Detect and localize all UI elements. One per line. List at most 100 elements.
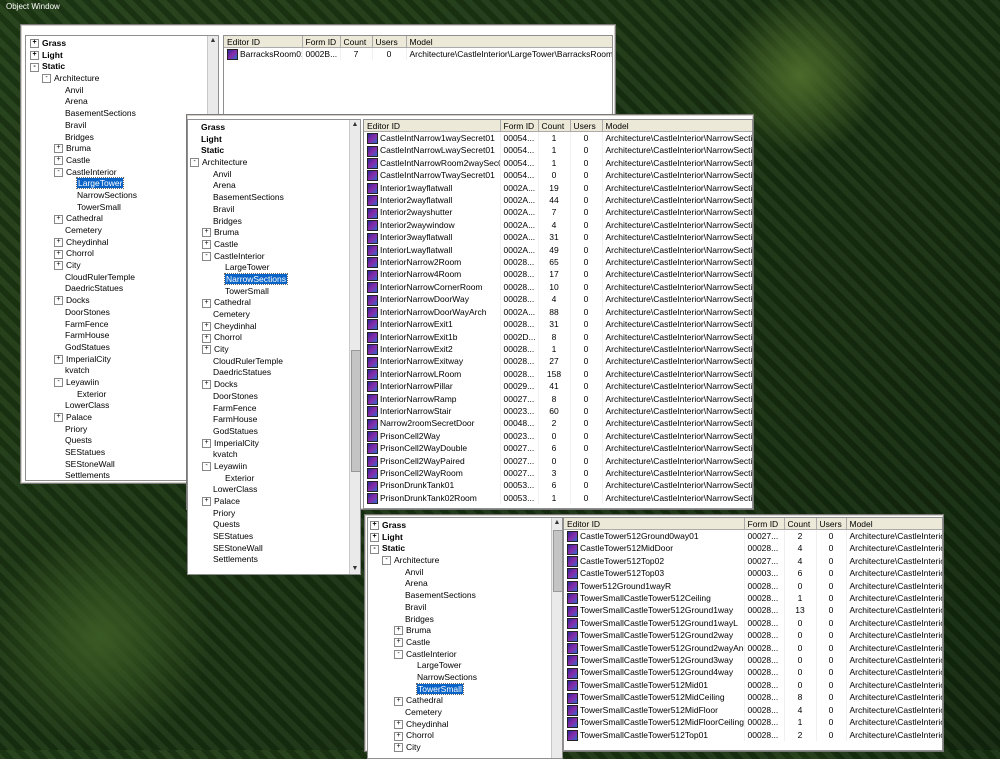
column-header[interactable]: Form ID — [302, 36, 341, 48]
tree-node[interactable]: BasementSections — [370, 590, 562, 602]
tree-node[interactable]: - Architecture — [30, 73, 218, 85]
table-row[interactable]: TowerSmallCastleTower512Ground2wayAngle 0… — [564, 641, 942, 655]
tree-node[interactable]: - CastleInterior — [190, 251, 360, 263]
table-row[interactable]: Tower512Ground1wayR 00028... 0 0 Architectur… — [564, 579, 942, 593]
scroll-thumb[interactable] — [351, 350, 360, 472]
collapse-icon[interactable]: - — [190, 158, 199, 168]
expand-icon[interactable]: + — [54, 261, 63, 271]
tree-node[interactable]: + Cathedral — [370, 695, 562, 707]
scroll-up-icon[interactable]: ▲ — [552, 518, 562, 528]
tree-node[interactable]: Arena — [370, 578, 562, 590]
tree-node[interactable]: Settlements — [190, 554, 360, 566]
tree-node[interactable]: FarmHouse — [190, 414, 360, 426]
table-row[interactable]: CastleIntNarrowLwaySecret01 00054... 1 0 Arc… — [364, 144, 752, 157]
tree-node[interactable]: + Grass — [30, 38, 218, 50]
tree-node[interactable]: GodStatues — [190, 426, 360, 438]
table-row[interactable]: Interior1wayflatwall 0002A... 19 0 Architect… — [364, 181, 752, 195]
scroll-up-icon[interactable]: ▲ — [208, 36, 218, 46]
expand-icon[interactable]: + — [202, 321, 211, 331]
tree-node[interactable]: Cemetery — [190, 309, 360, 321]
tree-node[interactable]: LargeTower — [370, 660, 562, 672]
tree-node[interactable]: DoorStones — [190, 391, 360, 403]
tree-node[interactable]: + Light — [30, 50, 218, 62]
tree-node[interactable]: + ImperialCity — [190, 438, 360, 450]
column-header[interactable]: Editor ID — [564, 518, 745, 530]
table-row[interactable]: BarracksRoom01 0002B... 7 0 Architecture\Cas… — [224, 47, 612, 61]
table-row[interactable]: InteriorNarrowStair 00023... 60 0 Architectu… — [364, 404, 752, 418]
tree-node[interactable]: + Chorrol — [190, 332, 360, 344]
tree-node[interactable]: - CastleInterior — [370, 649, 562, 661]
tree-node[interactable]: + Cheydinhal — [370, 719, 562, 731]
column-header[interactable]: Users — [570, 120, 603, 132]
table-row[interactable]: InteriorNarrowExit1 00028... 31 0 Architectu… — [364, 318, 752, 331]
collapse-icon[interactable]: - — [54, 378, 63, 388]
tree-node[interactable]: + Castle — [190, 239, 360, 251]
tree-node[interactable]: Exterior — [190, 473, 360, 485]
tree-node[interactable]: NarrowSections — [190, 272, 360, 286]
expand-icon[interactable]: + — [394, 696, 403, 706]
tree-node[interactable]: Anvil — [30, 85, 218, 97]
tree-node[interactable]: + Cathedral — [190, 297, 360, 309]
expand-icon[interactable]: + — [54, 413, 63, 423]
expand-icon[interactable]: + — [202, 298, 211, 308]
expand-icon[interactable]: + — [202, 333, 211, 343]
object-list[interactable]: Editor ID Form ID Count Users Model CastleTow… — [563, 517, 943, 751]
tree-node[interactable]: TowerSmall — [370, 682, 562, 696]
table-row[interactable]: TowerSmallCastleTower512MidCeiling 00028.… — [564, 691, 942, 704]
scroll-thumb[interactable] — [553, 530, 562, 592]
expand-icon[interactable]: + — [54, 214, 63, 224]
tree-node[interactable]: Arena — [190, 180, 360, 192]
tree-node[interactable]: - Architecture — [190, 157, 360, 169]
column-header[interactable]: Form ID — [744, 518, 785, 530]
expand-icon[interactable]: + — [202, 240, 211, 250]
table-row[interactable]: InteriorNarrowPillar 00029... 41 0 Architect… — [364, 380, 752, 393]
expand-icon[interactable]: + — [394, 626, 403, 636]
table-row[interactable]: InteriorNarrow2Room 00028... 65 0 Architectu… — [364, 256, 752, 269]
collapse-icon[interactable]: - — [30, 62, 39, 72]
scroll-up-icon[interactable]: ▲ — [350, 120, 360, 130]
scroll-down-icon[interactable]: ▼ — [350, 564, 360, 574]
table-row[interactable]: CastleIntNarrow1wayS​ecret01 00054... 1 0 Ar… — [364, 131, 752, 145]
table-row[interactable]: InteriorNarrowExit1b 0002D... 8 0 Architectu… — [364, 330, 752, 343]
tree-node[interactable]: LowerClass — [190, 484, 360, 496]
table-row[interactable]: Interior2waywindow 0002A... 4 0 Architecture… — [364, 218, 752, 232]
table-row[interactable]: PrisonCell2Way 00023... 0 0 Architecture\Cas… — [364, 429, 752, 443]
tree-node[interactable]: + Palace — [190, 496, 360, 508]
table-row[interactable]: TowerSmallCastleTower512Ground4way 00028.… — [564, 666, 942, 679]
expand-icon[interactable]: + — [30, 39, 39, 49]
tree-node[interactable]: Priory — [190, 508, 360, 520]
column-header[interactable]: Form ID — [500, 120, 539, 132]
table-row[interactable]: CastleTower512Ground0way01 00027... 2 0 Arch… — [564, 529, 942, 543]
tree-node[interactable]: Static — [190, 145, 360, 157]
expand-icon[interactable]: + — [30, 50, 39, 60]
tree-node[interactable]: BasementSections — [190, 192, 360, 204]
tree-node[interactable]: + City — [190, 344, 360, 356]
column-header[interactable]: Count — [538, 120, 571, 132]
collapse-icon[interactable]: - — [202, 251, 211, 261]
collapse-icon[interactable]: - — [394, 649, 403, 659]
table-row[interactable]: TowerSmallCastleTower512Ground1way 00028.… — [564, 604, 942, 617]
tree-node[interactable]: Bravil — [190, 204, 360, 216]
tree-node[interactable]: Grass — [190, 122, 360, 134]
collapse-icon[interactable]: - — [370, 544, 379, 554]
table-row[interactable]: CastleIntNarrowRoom2waySec02 00054... 1 0 Ar… — [364, 156, 752, 170]
tree-node[interactable]: SEStatues — [190, 531, 360, 543]
column-header[interactable]: Users — [372, 36, 407, 48]
expand-icon[interactable]: + — [202, 438, 211, 448]
table-row[interactable]: TowerSmallCastleTower512MidFloorCeiling 0… — [564, 716, 942, 729]
column-header[interactable]: Editor ID — [364, 120, 501, 132]
column-header[interactable]: Editor ID — [224, 36, 303, 48]
expand-icon[interactable]: + — [54, 237, 63, 247]
tree-node[interactable]: + City — [370, 742, 562, 754]
tree-node[interactable]: Quests — [190, 519, 360, 531]
column-header[interactable]: Count — [784, 518, 817, 530]
column-header[interactable]: Model — [602, 120, 752, 132]
tree-scrollbar[interactable]: ▲ — [551, 518, 562, 758]
table-row[interactable]: TowerSmallCastleTower512Ceiling 00028... 1… — [564, 592, 942, 605]
tree-node[interactable]: Cemetery — [370, 707, 562, 719]
expand-icon[interactable]: + — [202, 345, 211, 355]
tree-scrollbar[interactable]: ▲ ▼ — [349, 120, 360, 574]
tree-node[interactable]: + Docks — [190, 379, 360, 391]
tree-node[interactable]: Bridges — [370, 614, 562, 626]
table-row[interactable]: CastleTower512MidDoor 00028... 4 0 Architect… — [564, 542, 942, 555]
